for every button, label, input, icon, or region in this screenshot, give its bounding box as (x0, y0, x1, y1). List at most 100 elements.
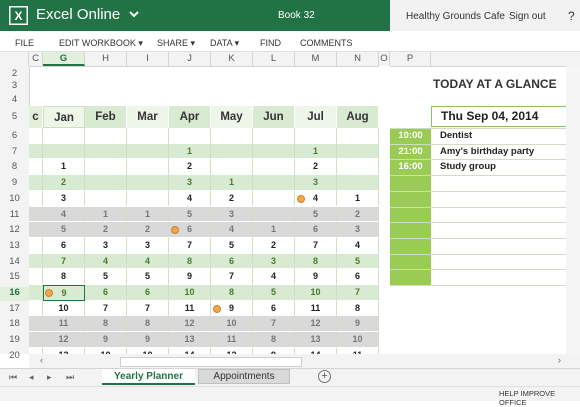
help-button[interactable]: ? (568, 9, 575, 23)
workbook-name[interactable]: Book 32 (278, 10, 315, 21)
planner-cell[interactable]: 3 (295, 175, 337, 191)
planner-cell[interactable] (337, 175, 379, 191)
planner-cell[interactable]: 5 (43, 222, 85, 238)
column-header-o[interactable]: O (379, 52, 390, 66)
planner-cell[interactable]: 7 (169, 237, 211, 254)
planner-cell[interactable] (29, 285, 43, 301)
menu-file[interactable]: FILE (15, 38, 34, 48)
row-header-19[interactable]: 19 (0, 334, 29, 348)
planner-cell[interactable]: 10 (169, 285, 211, 301)
planner-cell[interactable]: 4 (337, 237, 379, 254)
planner-cell[interactable]: 1 (211, 175, 253, 191)
planner-cell[interactable]: 11 (211, 332, 253, 348)
scroll-left-icon[interactable]: ‹ (40, 355, 43, 365)
planner-cell[interactable] (253, 159, 295, 176)
planner-cell[interactable] (295, 128, 337, 144)
planner-cell[interactable] (29, 253, 43, 270)
planner-cell[interactable] (29, 159, 43, 176)
row-header-11[interactable]: 11 (0, 209, 29, 223)
planner-cell[interactable]: 9 (127, 332, 169, 348)
planner-cell[interactable] (85, 175, 127, 191)
row-header-12[interactable]: 12 (0, 224, 29, 238)
planner-cell[interactable] (43, 143, 85, 160)
column-header-i[interactable]: I (127, 52, 169, 66)
planner-cell[interactable]: 3 (127, 237, 169, 254)
planner-cell[interactable] (43, 128, 85, 144)
planner-cell[interactable] (127, 128, 169, 144)
prev-sheet-icon[interactable]: ◂ (29, 372, 34, 383)
row-header-18[interactable]: 18 (0, 318, 29, 332)
horizontal-scrollbar[interactable] (29, 354, 580, 368)
column-header-m[interactable]: M (295, 52, 337, 66)
planner-cell[interactable]: 3 (85, 237, 127, 254)
planner-cell[interactable] (127, 143, 169, 160)
planner-cell[interactable]: 2 (295, 159, 337, 176)
planner-cell[interactable] (29, 332, 43, 348)
column-header-l[interactable]: L (253, 52, 295, 66)
planner-cell[interactable]: 10 (337, 332, 379, 348)
planner-cell[interactable]: 2 (127, 222, 169, 238)
planner-cell[interactable] (85, 143, 127, 160)
column-header-j[interactable]: J (169, 52, 211, 66)
planner-cell[interactable]: 8 (253, 332, 295, 348)
menu-data[interactable]: DATA ▾ (210, 38, 239, 49)
planner-cell[interactable] (29, 222, 43, 238)
planner-cell[interactable] (127, 190, 169, 207)
column-header-p[interactable]: P (390, 52, 431, 66)
planner-cell[interactable]: 6 (253, 300, 295, 317)
planner-cell[interactable] (85, 190, 127, 207)
planner-cell[interactable] (29, 206, 43, 223)
planner-cell[interactable]: 4 (211, 222, 253, 238)
planner-cell[interactable] (337, 159, 379, 176)
planner-cell[interactable]: 7 (253, 316, 295, 333)
planner-cell[interactable]: 5 (85, 269, 127, 285)
row-header-4[interactable]: 4 (0, 94, 29, 108)
planner-cell[interactable]: 3 (337, 222, 379, 238)
planner-cell[interactable] (29, 128, 43, 144)
planner-cell[interactable]: 4 (85, 253, 127, 270)
row-header-16[interactable]: 16 (0, 287, 29, 301)
planner-cell[interactable] (29, 316, 43, 333)
planner-cell[interactable]: 3 (169, 175, 211, 191)
planner-cell[interactable]: 13 (169, 332, 211, 348)
planner-cell[interactable]: 5 (127, 269, 169, 285)
planner-cell[interactable]: 8 (337, 300, 379, 317)
planner-cell[interactable] (211, 128, 253, 144)
planner-cell[interactable] (169, 128, 211, 144)
planner-cell[interactable]: 1 (85, 206, 127, 223)
select-all-corner[interactable] (0, 52, 29, 66)
planner-cell[interactable]: 8 (211, 285, 253, 301)
planner-cell[interactable] (85, 128, 127, 144)
planner-cell[interactable]: 8 (43, 269, 85, 285)
app-name[interactable]: Excel Online (36, 6, 120, 23)
company-name[interactable]: Healthy Grounds Cafe (406, 11, 505, 22)
planner-cell[interactable]: 1 (337, 190, 379, 207)
planner-cell[interactable]: 1 (127, 206, 169, 223)
sign-out-link[interactable]: Sign out (509, 11, 546, 22)
column-header-c[interactable]: C (29, 52, 43, 66)
last-sheet-icon[interactable]: ⏭ (66, 372, 74, 383)
planner-cell[interactable]: 3 (43, 190, 85, 207)
planner-cell[interactable]: 7 (211, 269, 253, 285)
add-sheet-button[interactable]: + (318, 370, 331, 383)
row-header-6[interactable]: 6 (0, 130, 29, 144)
horizontal-scroll-thumb[interactable] (120, 357, 302, 367)
row-header-14[interactable]: 14 (0, 256, 29, 270)
planner-cell[interactable]: 7 (85, 300, 127, 317)
next-sheet-icon[interactable]: ▸ (47, 372, 52, 383)
planner-cell[interactable]: 9 (295, 269, 337, 285)
planner-cell[interactable]: 11 (43, 316, 85, 333)
planner-cell[interactable]: 6 (337, 269, 379, 285)
event-name[interactable]: Amy's birthday party (440, 146, 534, 157)
planner-cell[interactable]: 5 (169, 206, 211, 223)
planner-cell[interactable]: 1 (295, 143, 337, 160)
row-header-8[interactable]: 8 (0, 161, 29, 175)
planner-cell[interactable] (29, 143, 43, 160)
planner-cell[interactable]: 5 (295, 206, 337, 223)
planner-cell[interactable]: 5 (211, 237, 253, 254)
planner-cell[interactable] (29, 237, 43, 254)
menu-find[interactable]: FIND (260, 38, 281, 48)
planner-cell[interactable]: 1 (253, 222, 295, 238)
planner-cell[interactable] (253, 190, 295, 207)
planner-cell[interactable]: 2 (43, 175, 85, 191)
